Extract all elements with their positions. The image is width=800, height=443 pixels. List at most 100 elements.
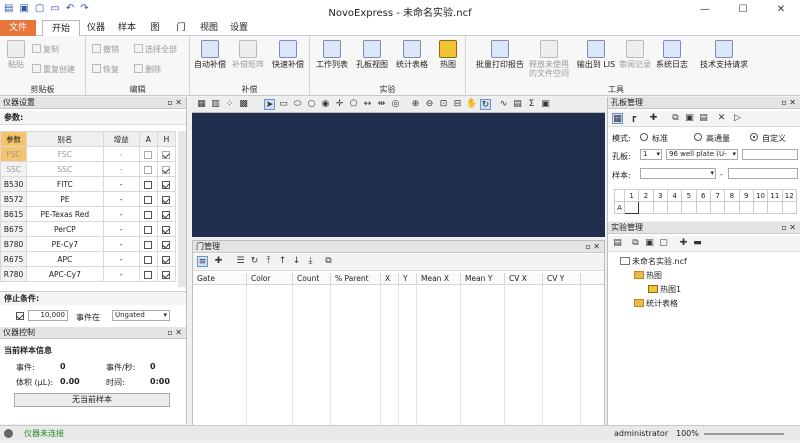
worklist-button[interactable]: 工作列表 <box>314 40 350 69</box>
stats-table-button[interactable]: 统计表格 <box>394 40 430 69</box>
copy-button[interactable]: 复制 <box>32 44 59 55</box>
paste-icon[interactable]: ▣ <box>684 113 695 124</box>
reload-icon[interactable]: ↻ <box>249 256 260 267</box>
pipette-icon[interactable]: ┏ <box>628 113 639 124</box>
paste-icon[interactable]: ▣ <box>644 238 655 249</box>
heatmap-button[interactable]: 热图 <box>434 40 462 69</box>
stop-enable-checkbox[interactable] <box>16 312 24 320</box>
tree-stats-folder[interactable]: 统计表格 <box>634 298 678 309</box>
well-cell[interactable] <box>752 201 769 214</box>
tree-heatmap-folder[interactable]: 热图 <box>634 270 662 281</box>
hist-icon[interactable]: ▥ <box>210 99 221 110</box>
quadrant-gate-icon[interactable]: ✛ <box>334 99 345 110</box>
height-checkbox[interactable] <box>162 195 171 204</box>
gate-col-header[interactable]: Color <box>247 273 293 285</box>
well-cell[interactable] <box>623 201 640 214</box>
tree-heatmap-item[interactable]: 热图1 <box>648 284 681 295</box>
select-all-button[interactable]: 选择全部 <box>134 44 177 55</box>
move-top-icon[interactable]: ⤒ <box>263 256 274 267</box>
copy-icon[interactable]: ⧉ <box>630 238 641 249</box>
plate-grid-icon[interactable]: ▦ <box>612 113 623 124</box>
parameter-row[interactable]: B675 PerCP - <box>0 221 177 237</box>
stop-gate-select[interactable]: Ungated ▾ <box>112 310 170 321</box>
area-checkbox[interactable] <box>144 195 153 204</box>
quick-comp-button[interactable]: 快速补偿 <box>270 40 306 69</box>
area-checkbox[interactable] <box>144 240 153 249</box>
minimize-button[interactable]: — <box>686 0 724 20</box>
well-cell[interactable] <box>709 201 726 214</box>
release-space-button[interactable]: 释放未使用的文件空间 <box>526 40 572 78</box>
height-checkbox[interactable] <box>162 210 171 219</box>
no-sample-button[interactable]: 无当前样本 <box>14 393 170 407</box>
move-bottom-icon[interactable]: ⤓ <box>305 256 316 267</box>
plate-view-button[interactable]: 孔板视图 <box>354 40 390 69</box>
copy-icon[interactable]: ⧉ <box>323 256 334 267</box>
alias-cell[interactable]: APC-Cy7 <box>26 266 104 282</box>
well-cell[interactable] <box>738 201 754 214</box>
area-checkbox[interactable] <box>144 165 153 174</box>
height-checkbox[interactable] <box>162 165 171 174</box>
zoom-level[interactable]: 100% <box>676 426 699 441</box>
tab-home[interactable]: 开始 <box>42 20 80 37</box>
density-icon[interactable]: ▩ <box>238 99 249 110</box>
gate-col-header[interactable]: Y <box>399 273 417 285</box>
tab-plot[interactable]: 图 <box>142 20 168 36</box>
area-checkbox[interactable] <box>144 270 153 279</box>
tab-view[interactable]: 视图 <box>194 20 224 36</box>
pin-icon[interactable]: ▫ ✕ <box>781 97 796 109</box>
alias-cell[interactable]: PE-Cy7 <box>26 236 104 252</box>
height-checkbox[interactable] <box>162 255 171 264</box>
parameter-row[interactable]: R780 APC-Cy7- <box>0 266 177 282</box>
height-checkbox[interactable] <box>162 225 171 234</box>
height-checkbox[interactable] <box>162 180 171 189</box>
refresh-icon[interactable]: ↻ <box>480 99 491 110</box>
height-checkbox[interactable] <box>162 240 171 249</box>
parameter-row[interactable]: R675 APC - <box>0 251 177 267</box>
well-cell[interactable] <box>652 201 668 214</box>
zoom-out-icon[interactable]: ⊖ <box>424 99 435 110</box>
gate-col-header[interactable]: Mean X <box>417 273 461 285</box>
stop-count-input[interactable]: 10,000 <box>28 310 68 321</box>
parameter-row[interactable]: FSC FSC - <box>0 146 177 162</box>
zoom-in-icon[interactable]: ⊕ <box>410 99 421 110</box>
gate-col-header[interactable]: Mean Y <box>461 273 505 285</box>
add-icon[interactable]: ✚ <box>678 238 689 249</box>
height-checkbox[interactable] <box>162 150 171 159</box>
tab-sample[interactable]: 样本 <box>112 20 142 36</box>
duplicate-icon[interactable]: ▢ <box>658 238 669 249</box>
parameter-row[interactable]: B572 PE - <box>0 191 177 207</box>
plate-type-select[interactable]: 96 well plate (U- ▾ <box>666 149 738 160</box>
system-log-button[interactable]: 系统日志 <box>654 40 690 69</box>
parameter-row[interactable]: B530 FITC - <box>0 176 177 192</box>
copy-icon[interactable]: ⧉ <box>670 113 681 124</box>
pointer-icon[interactable]: ➤ <box>264 99 275 110</box>
alias-cell[interactable]: FITC <box>26 176 104 192</box>
remove-icon[interactable]: ▬ <box>692 238 703 249</box>
pan-hand-icon[interactable]: ✋ <box>466 99 477 110</box>
duplicate-button[interactable]: 重复创建 <box>32 64 75 75</box>
delete-icon[interactable]: ✕ <box>716 113 727 124</box>
alias-cell[interactable]: APC <box>26 251 104 267</box>
parameter-row[interactable]: B615 PE-Texas Red - <box>0 206 177 222</box>
gate-col-header[interactable]: Gate <box>193 273 247 285</box>
pin-icon[interactable]: ▫ ✕ <box>167 97 182 109</box>
file-menu[interactable]: 文件 <box>0 20 36 36</box>
freehand-gate-icon[interactable]: ◎ <box>390 99 401 110</box>
parameter-row[interactable]: B780 PE-Cy7- <box>0 236 177 252</box>
alias-cell[interactable]: SSC <box>26 161 104 177</box>
run-icon[interactable]: ▷ <box>732 113 743 124</box>
plate-number-select[interactable]: 1 ▾ <box>640 149 662 160</box>
overlay-icon[interactable]: ∿ <box>498 99 509 110</box>
eye-gate-icon[interactable]: ◉ <box>320 99 331 110</box>
alias-cell[interactable]: PE-Texas Red <box>26 206 104 222</box>
well-cell[interactable] <box>767 201 783 214</box>
audit-log-button[interactable]: 审阅记录 <box>618 40 652 69</box>
delete-button[interactable]: 删除 <box>134 64 161 75</box>
well-cell[interactable] <box>681 201 697 214</box>
paste-button[interactable]: 粘贴 <box>4 40 28 69</box>
batch-print-button[interactable]: 批量打印报告 <box>476 40 524 69</box>
gate-col-header[interactable]: CV X <box>505 273 543 285</box>
area-checkbox[interactable] <box>144 150 153 159</box>
area-checkbox[interactable] <box>144 210 153 219</box>
redo-button[interactable]: 恢复 <box>92 64 119 75</box>
